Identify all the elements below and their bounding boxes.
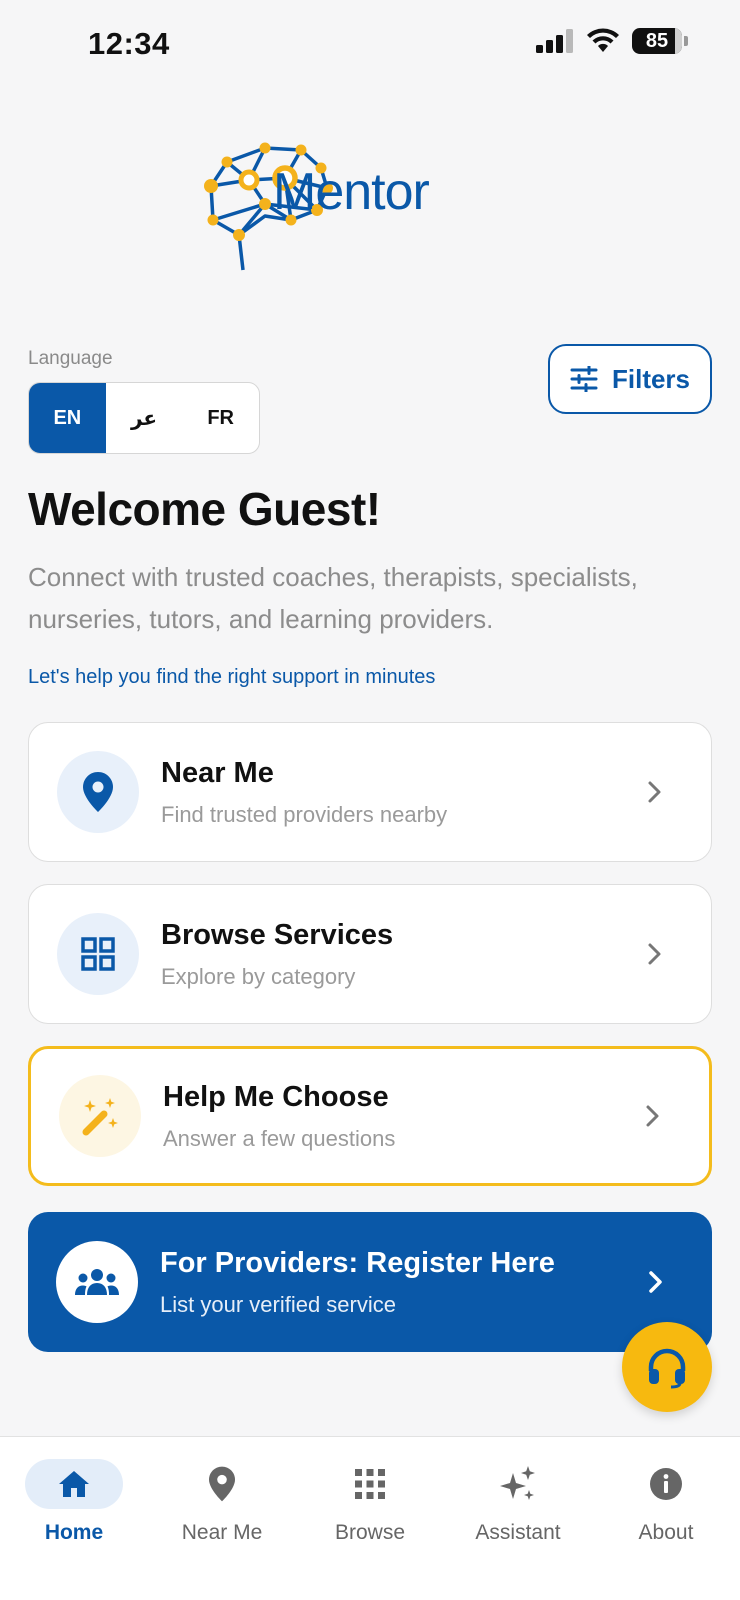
near-me-card[interactable]: Near Me Find trusted providers nearby: [28, 722, 712, 862]
nav-item-near-me[interactable]: Near Me: [148, 1437, 296, 1600]
nav-item-about[interactable]: About: [592, 1437, 740, 1600]
card-icon-circle: [57, 751, 139, 833]
location-pin-icon: [209, 1466, 235, 1502]
language-label: Language: [28, 348, 113, 369]
grid-icon: [81, 937, 115, 971]
filters-button[interactable]: Filters: [548, 344, 712, 414]
nav-label: Near Me: [181, 1521, 263, 1544]
chevron-right-icon: [633, 1096, 673, 1136]
provider-register-card[interactable]: For Providers: Register Here List your v…: [28, 1212, 712, 1352]
welcome-title: Welcome Guest!: [28, 483, 381, 535]
card-icon-circle: [56, 1241, 138, 1323]
card-title: Near Me: [161, 756, 274, 789]
card-title: For Providers: Register Here: [160, 1246, 555, 1279]
location-pin-icon: [83, 772, 113, 812]
sparkle-icon: [500, 1466, 535, 1500]
sliders-icon: [570, 366, 598, 392]
language-option-fr[interactable]: FR: [182, 383, 259, 453]
bottom-navigation: Home Near Me Browse Assistant About: [0, 1436, 740, 1600]
nav-label: About: [638, 1521, 694, 1544]
battery-level: 85: [645, 29, 669, 52]
wifi-icon: [587, 28, 619, 52]
group-icon: [75, 1269, 119, 1295]
helper-text: Let's help you find the right support in…: [28, 666, 436, 688]
card-subtitle: Find trusted providers nearby: [161, 801, 448, 827]
headset-icon: [648, 1348, 686, 1389]
support-button[interactable]: [622, 1322, 712, 1412]
status-time: 12:34: [88, 26, 170, 61]
nav-label: Home: [44, 1521, 104, 1544]
help-me-choose-card[interactable]: Help Me Choose Answer a few questions: [28, 1046, 712, 1186]
nav-item-assistant[interactable]: Assistant: [444, 1437, 592, 1600]
nav-label: Browse: [334, 1521, 406, 1544]
info-icon: [650, 1468, 682, 1500]
card-title: Browse Services: [161, 918, 394, 951]
card-title: Help Me Choose: [163, 1080, 389, 1113]
filters-label: Filters: [611, 363, 691, 394]
card-subtitle: Explore by category: [161, 963, 356, 989]
nav-label: Assistant: [475, 1521, 561, 1544]
battery-indicator: 85: [632, 28, 688, 54]
nav-item-home[interactable]: Home: [0, 1437, 148, 1600]
nav-item-browse[interactable]: Browse: [296, 1437, 444, 1600]
brand-name: Mentor: [273, 163, 430, 221]
browse-services-card[interactable]: Browse Services Explore by category: [28, 884, 712, 1024]
apps-grid-icon: [355, 1469, 385, 1499]
welcome-description: Connect with trusted coaches, therapists…: [28, 562, 638, 634]
status-bar: 12:34 85: [0, 0, 740, 90]
language-option-ar[interactable]: عر: [106, 383, 183, 453]
card-subtitle: List your verified service: [160, 1291, 396, 1317]
chevron-right-icon: [636, 1262, 676, 1302]
signal-icon: [536, 29, 573, 53]
card-icon-circle: [59, 1075, 141, 1157]
magic-wand-icon: [82, 1098, 118, 1136]
card-subtitle: Answer a few questions: [163, 1125, 396, 1151]
chevron-right-icon: [635, 934, 675, 974]
home-icon: [59, 1471, 89, 1497]
card-icon-circle: [57, 913, 139, 995]
status-icons: 85: [536, 28, 688, 54]
chevron-right-icon: [635, 772, 675, 812]
language-option-en[interactable]: EN: [29, 383, 106, 453]
language-toggle: EN عر FR: [28, 382, 260, 454]
